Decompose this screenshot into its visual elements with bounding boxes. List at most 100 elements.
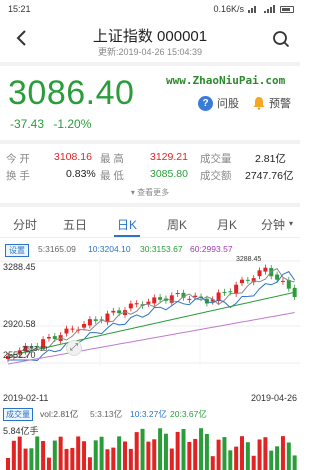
candle bbox=[105, 313, 110, 323]
page-title: 上证指数 000001 bbox=[92, 28, 208, 45]
candle bbox=[46, 337, 51, 339]
candle bbox=[245, 279, 250, 281]
volume-ma5: 5:3.13亿 bbox=[90, 409, 123, 419]
chevron-down-icon[interactable]: ▾ bbox=[289, 219, 293, 228]
volume-bar bbox=[181, 428, 186, 470]
candle bbox=[52, 336, 57, 339]
volume-bar bbox=[199, 428, 204, 470]
quote-panel: 3086.40 -37.43 -1.20% www.ZhaoNiuPai.com… bbox=[0, 66, 300, 138]
volume-bar bbox=[292, 455, 297, 470]
expand-icon[interactable]: ⤢ bbox=[66, 340, 82, 356]
candle bbox=[187, 298, 192, 300]
tab-five-day[interactable]: 五日 bbox=[58, 216, 92, 233]
watermark: www.ZhaoNiuPai.com bbox=[166, 74, 286, 87]
volume-value: 2.81亿 bbox=[255, 153, 286, 165]
volume-bar bbox=[64, 448, 69, 470]
stats-table: 今 开 3108.16 最 高 3129.21 成交量 2.81亿 换 手 0.… bbox=[0, 146, 300, 186]
tab-minute[interactable]: 分钟 bbox=[256, 216, 290, 233]
header: 上证指数 000001 更新:2019-04-26 15:04:39 bbox=[0, 20, 300, 60]
volume-bar bbox=[228, 450, 233, 470]
open-value: 3108.16 bbox=[54, 151, 92, 163]
volume-bar bbox=[286, 442, 291, 470]
bell-icon bbox=[253, 97, 265, 110]
open-label: 今 开 bbox=[6, 153, 30, 165]
volume-bar bbox=[70, 447, 75, 470]
volume-ma10: 10:3.27亿 bbox=[130, 409, 167, 419]
ma10-value: 10:3204.10 bbox=[88, 244, 131, 254]
update-time: 更新:2019-04-26 15:04:39 bbox=[97, 47, 203, 57]
battery-icon bbox=[280, 5, 294, 13]
volume-bar bbox=[146, 441, 151, 470]
volume-bar bbox=[152, 439, 157, 470]
divider bbox=[0, 140, 300, 144]
chevron-down-icon: ▾ bbox=[130, 188, 135, 197]
volume-bar bbox=[123, 441, 127, 470]
turnover-label: 换 手 bbox=[6, 170, 30, 182]
candle bbox=[158, 297, 163, 300]
date-start: 2019-02-11 bbox=[3, 393, 49, 403]
ask-stock-button[interactable]: ? 问股 bbox=[198, 95, 239, 111]
active-tab-indicator bbox=[114, 235, 140, 237]
volume-bar bbox=[134, 432, 139, 470]
show-more-button[interactable]: ▾ 查看更多 bbox=[0, 187, 300, 198]
volume-bar bbox=[140, 428, 145, 470]
candle bbox=[70, 328, 75, 330]
volume-bar bbox=[82, 441, 87, 470]
volume-bar bbox=[111, 447, 116, 470]
change-value: -37.43 bbox=[10, 117, 45, 131]
volume-bar bbox=[187, 441, 192, 470]
ma60-line bbox=[7, 312, 295, 365]
alert-button[interactable]: 预警 bbox=[252, 95, 291, 111]
tab-daily-k[interactable]: 日K bbox=[110, 216, 144, 233]
volume-bar bbox=[193, 438, 198, 470]
tab-weekly-k[interactable]: 周K bbox=[160, 216, 194, 233]
volume-chart bbox=[6, 428, 297, 470]
candle bbox=[234, 284, 239, 294]
wifi-icon bbox=[248, 5, 260, 13]
volume-bar bbox=[128, 448, 133, 470]
candle bbox=[117, 310, 122, 314]
divider bbox=[0, 203, 300, 207]
candle bbox=[228, 291, 233, 293]
volume-bar bbox=[23, 448, 28, 470]
candle bbox=[169, 295, 174, 303]
volume-bar bbox=[99, 436, 104, 470]
amount-value: 2747.76亿 bbox=[245, 170, 294, 182]
candle bbox=[111, 310, 116, 313]
volume-bar bbox=[35, 436, 40, 470]
volume-bar bbox=[11, 440, 16, 470]
candle bbox=[64, 328, 69, 334]
volume-bars bbox=[6, 428, 297, 470]
tab-monthly-k[interactable]: 月K bbox=[210, 216, 244, 233]
ma-legend: 设置 5:3165.09 10:3204.10 30:3153.67 60:29… bbox=[0, 242, 300, 257]
volume-value: vol:2.81亿 bbox=[40, 409, 79, 419]
candles bbox=[6, 264, 297, 362]
ma5-line bbox=[8, 268, 295, 359]
candle bbox=[193, 295, 198, 297]
volume-label: 成交量 bbox=[200, 153, 232, 165]
question-icon: ? bbox=[198, 95, 213, 111]
price-change: -37.43 -1.20% bbox=[10, 117, 97, 131]
volume-bar bbox=[234, 446, 239, 470]
low-value: 3085.80 bbox=[150, 168, 188, 180]
peak-marker-label: 3288.45 bbox=[236, 256, 262, 263]
volume-bar bbox=[240, 436, 244, 470]
volume-bar bbox=[41, 440, 46, 470]
volume-bar bbox=[275, 446, 280, 470]
tab-intraday[interactable]: 分时 bbox=[10, 216, 40, 233]
candle bbox=[82, 323, 87, 328]
volume-bar bbox=[87, 457, 92, 470]
status-icons: 0.16K/s bbox=[213, 4, 294, 14]
candle bbox=[134, 303, 139, 305]
volume-bar bbox=[257, 439, 262, 470]
stats-row: 换 手 0.83% 最 低 3085.80 成交额 2747.76亿 bbox=[0, 168, 300, 184]
volume-bar bbox=[158, 428, 163, 470]
change-percent: -1.20% bbox=[53, 117, 92, 131]
ma10-line bbox=[8, 271, 296, 362]
search-icon[interactable] bbox=[272, 30, 290, 48]
volume-bar bbox=[263, 437, 268, 470]
date-axis: 2019-02-11 2019-04-26 bbox=[0, 393, 300, 405]
volume-bar bbox=[216, 439, 221, 470]
volume-scale: 5.84亿手 bbox=[3, 426, 39, 436]
volume-bar bbox=[222, 437, 227, 470]
